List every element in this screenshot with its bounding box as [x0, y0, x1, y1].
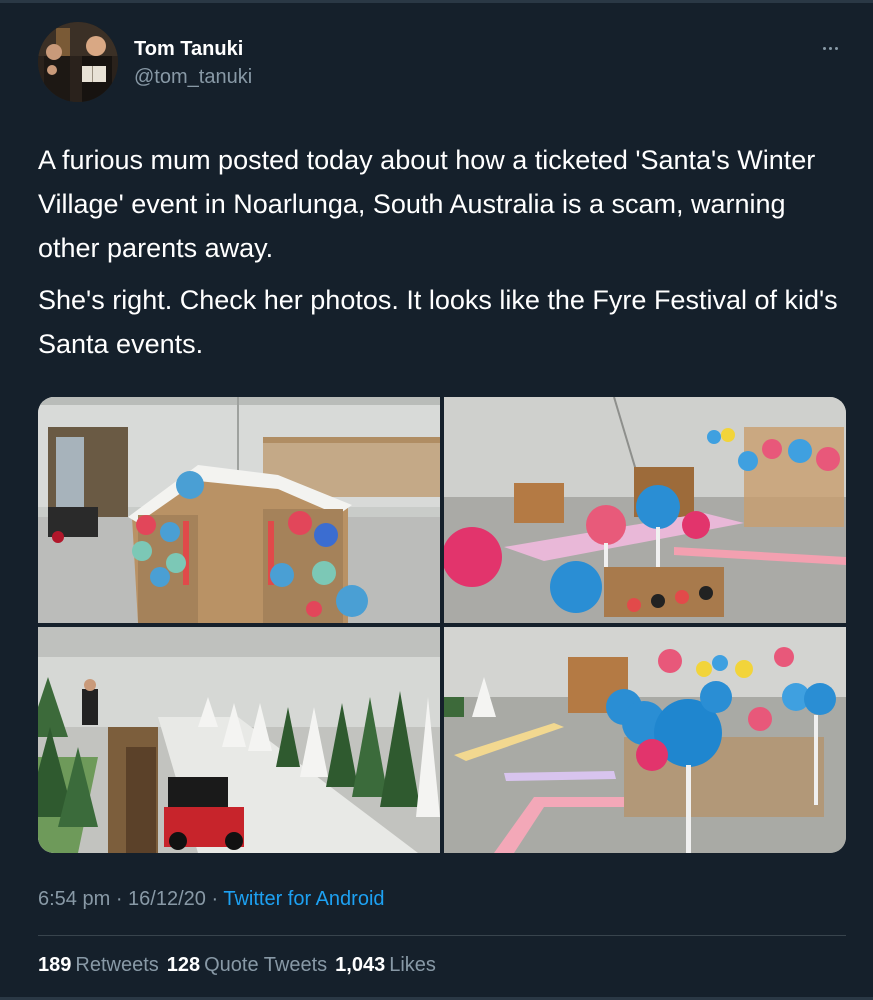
photo-lollipop-path[interactable]	[444, 627, 846, 853]
likes-stat[interactable]: 1,043 Likes	[335, 954, 436, 977]
more-dot	[834, 46, 838, 50]
media-grid	[38, 397, 846, 853]
photo-trees-and-train[interactable]	[38, 627, 440, 853]
top-divider	[0, 0, 873, 3]
tweet-source-link[interactable]: Twitter for Android	[223, 888, 384, 910]
photo-lollipops[interactable]	[444, 397, 846, 623]
avatar[interactable]	[38, 22, 118, 102]
tweet-time[interactable]: 6:54 pm	[38, 888, 110, 910]
retweets-label: Retweets	[75, 954, 159, 976]
quote-tweets-label: Quote Tweets	[204, 954, 328, 976]
likes-label: Likes	[389, 954, 436, 976]
tweet-metadata: 6:54 pm · 16/12/20 · Twitter for Android	[38, 888, 385, 911]
more-dot	[822, 46, 826, 50]
stats-divider	[38, 935, 846, 936]
retweets-count: 189	[38, 954, 72, 976]
tweet-text: A furious mum posted today about how a t…	[38, 138, 848, 374]
more-dot	[828, 46, 832, 50]
more-horizontal-icon[interactable]	[816, 38, 844, 58]
likes-count: 1,043	[335, 954, 386, 976]
author-display-name[interactable]: Tom Tanuki	[134, 38, 243, 61]
meta-separator: ·	[205, 888, 224, 910]
author-handle[interactable]: @tom_tanuki	[134, 66, 252, 89]
retweets-stat[interactable]: 189 Retweets	[38, 954, 159, 977]
tweet-paragraph: She's right. Check her photos. It looks …	[38, 285, 838, 359]
meta-separator: ·	[110, 888, 129, 910]
quote-tweets-count: 128	[166, 954, 201, 976]
tweet-header: Tom Tanuki @tom_tanuki	[38, 22, 848, 106]
photo-gingerbread-house[interactable]	[38, 397, 440, 623]
tweet-paragraph: A furious mum posted today about how a t…	[38, 145, 816, 263]
tweet-date[interactable]: 16/12/20	[128, 888, 206, 910]
quote-tweets-stat[interactable]: 128 Quote Tweets	[167, 954, 327, 977]
tweet-stats: 189 Retweets 128 Quote Tweets 1,043 Likes	[38, 954, 436, 977]
